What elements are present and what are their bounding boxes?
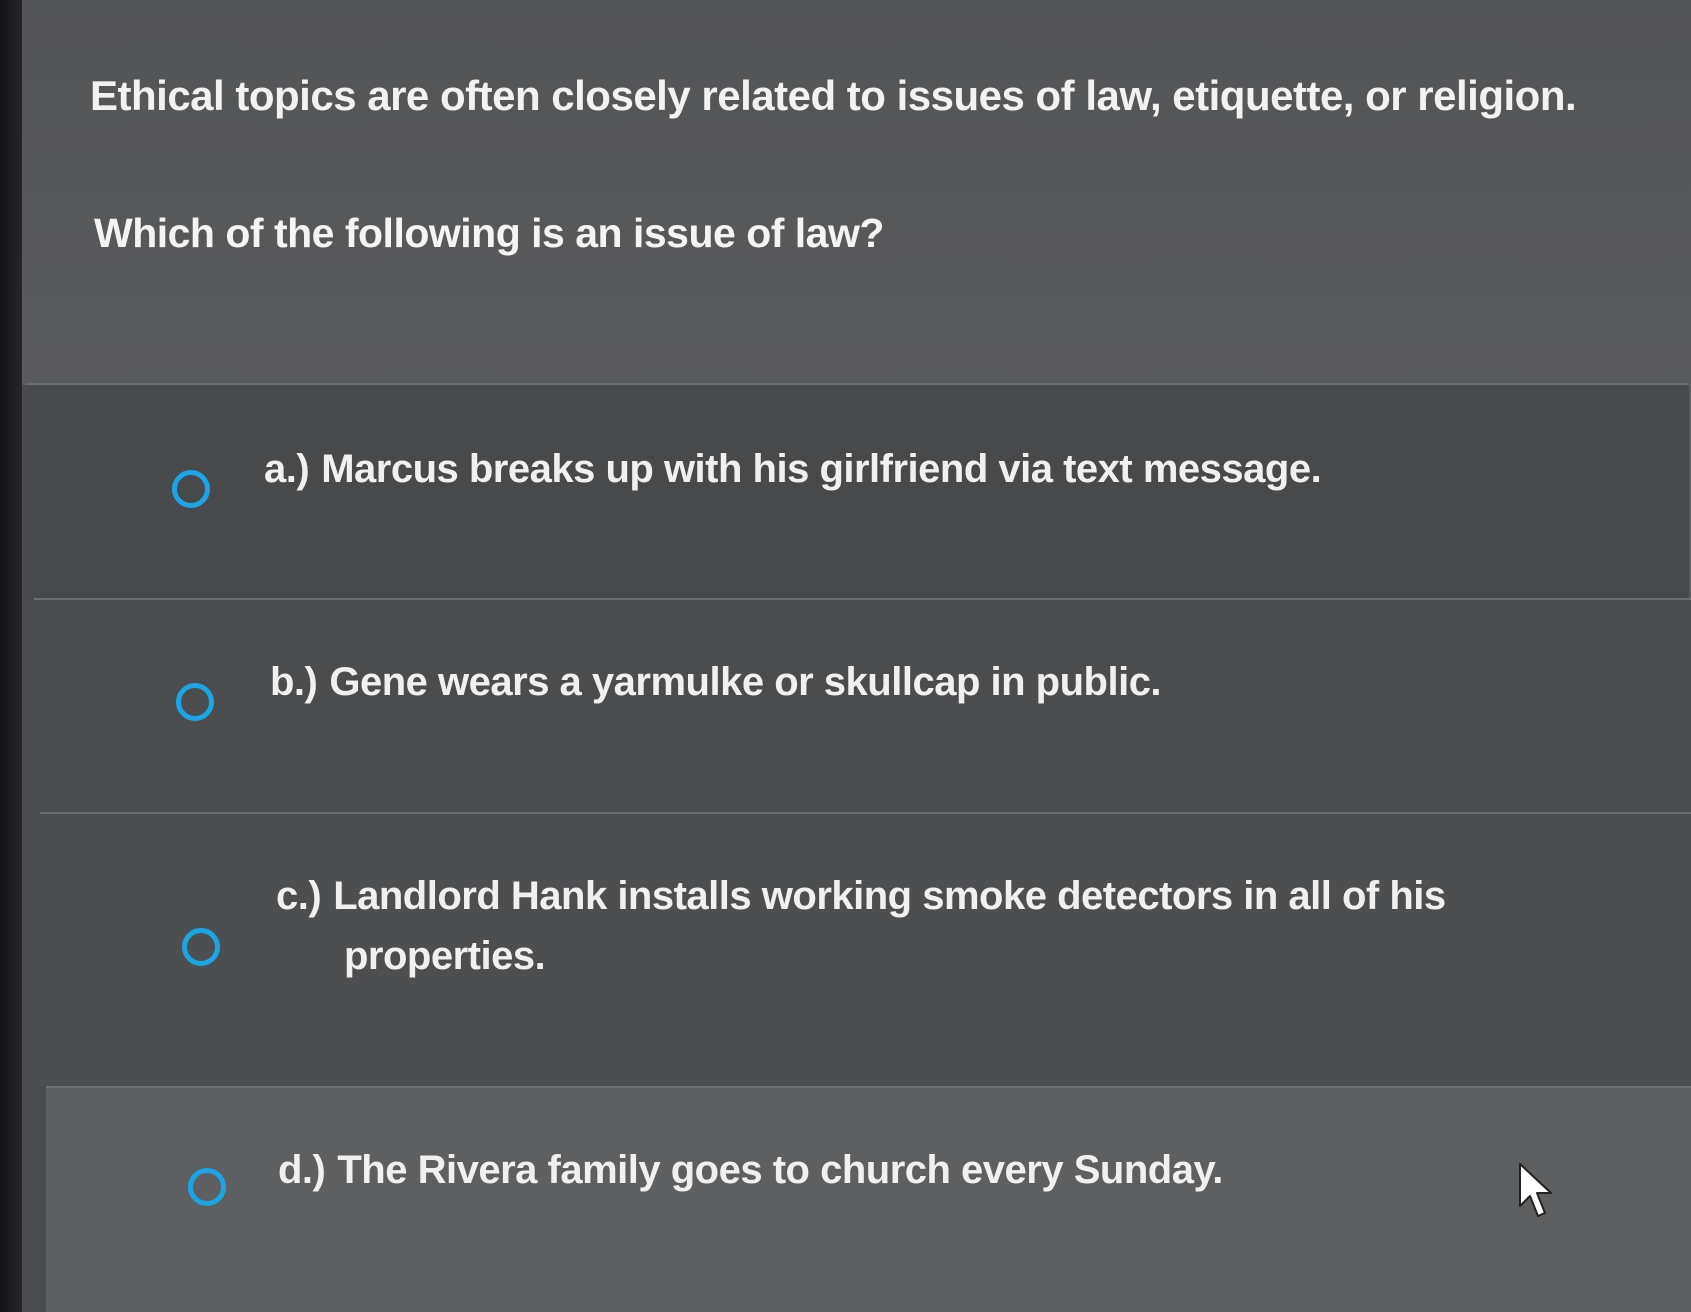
radio-unselected-icon[interactable] [182, 928, 220, 966]
answer-option-c[interactable]: c.) Landlord Hank installs working smoke … [40, 812, 1691, 1086]
option-a-text: a.) Marcus breaks up with his girlfriend … [264, 439, 1322, 499]
option-label: The Rivera family goes to church every S… [337, 1148, 1223, 1192]
option-label: Marcus breaks up with his girlfriend via… [321, 447, 1322, 491]
option-letter: a.) [264, 447, 310, 491]
option-b-text: b.) Gene wears a yarmulke or skullcap in … [270, 652, 1162, 712]
option-letter: d.) [278, 1148, 326, 1192]
option-label-line-1: Landlord Hank installs working smoke det… [333, 874, 1446, 918]
answer-option-a[interactable]: a.) Marcus breaks up with his girlfriend … [26, 383, 1689, 598]
option-label-line-2: properties. [344, 934, 546, 978]
option-letter: b.) [270, 660, 318, 704]
question-stem: Ethical topics are often closely related… [90, 72, 1577, 119]
radio-unselected-icon[interactable] [188, 1168, 226, 1206]
option-d-text: d.) The Rivera family goes to church ever… [278, 1140, 1223, 1200]
option-label: Gene wears a yarmulke or skullcap in pub… [329, 660, 1162, 704]
option-letter: c.) [276, 874, 322, 918]
radio-unselected-icon[interactable] [172, 470, 210, 508]
answer-option-b[interactable]: b.) Gene wears a yarmulke or skullcap in … [34, 598, 1691, 812]
option-c-text: c.) Landlord Hank installs working smoke … [276, 866, 1526, 986]
mouse-pointer-icon [1519, 1163, 1552, 1217]
screen: Ethical topics are often closely related… [0, 0, 1691, 1312]
answer-option-d[interactable]: d.) The Rivera family goes to church ever… [46, 1086, 1691, 1312]
monitor-bezel [0, 0, 22, 1312]
radio-unselected-icon[interactable] [176, 683, 214, 721]
question-panel: Ethical topics are often closely related… [22, 0, 1691, 385]
question-prompt: Which of the following is an issue of la… [94, 210, 884, 256]
